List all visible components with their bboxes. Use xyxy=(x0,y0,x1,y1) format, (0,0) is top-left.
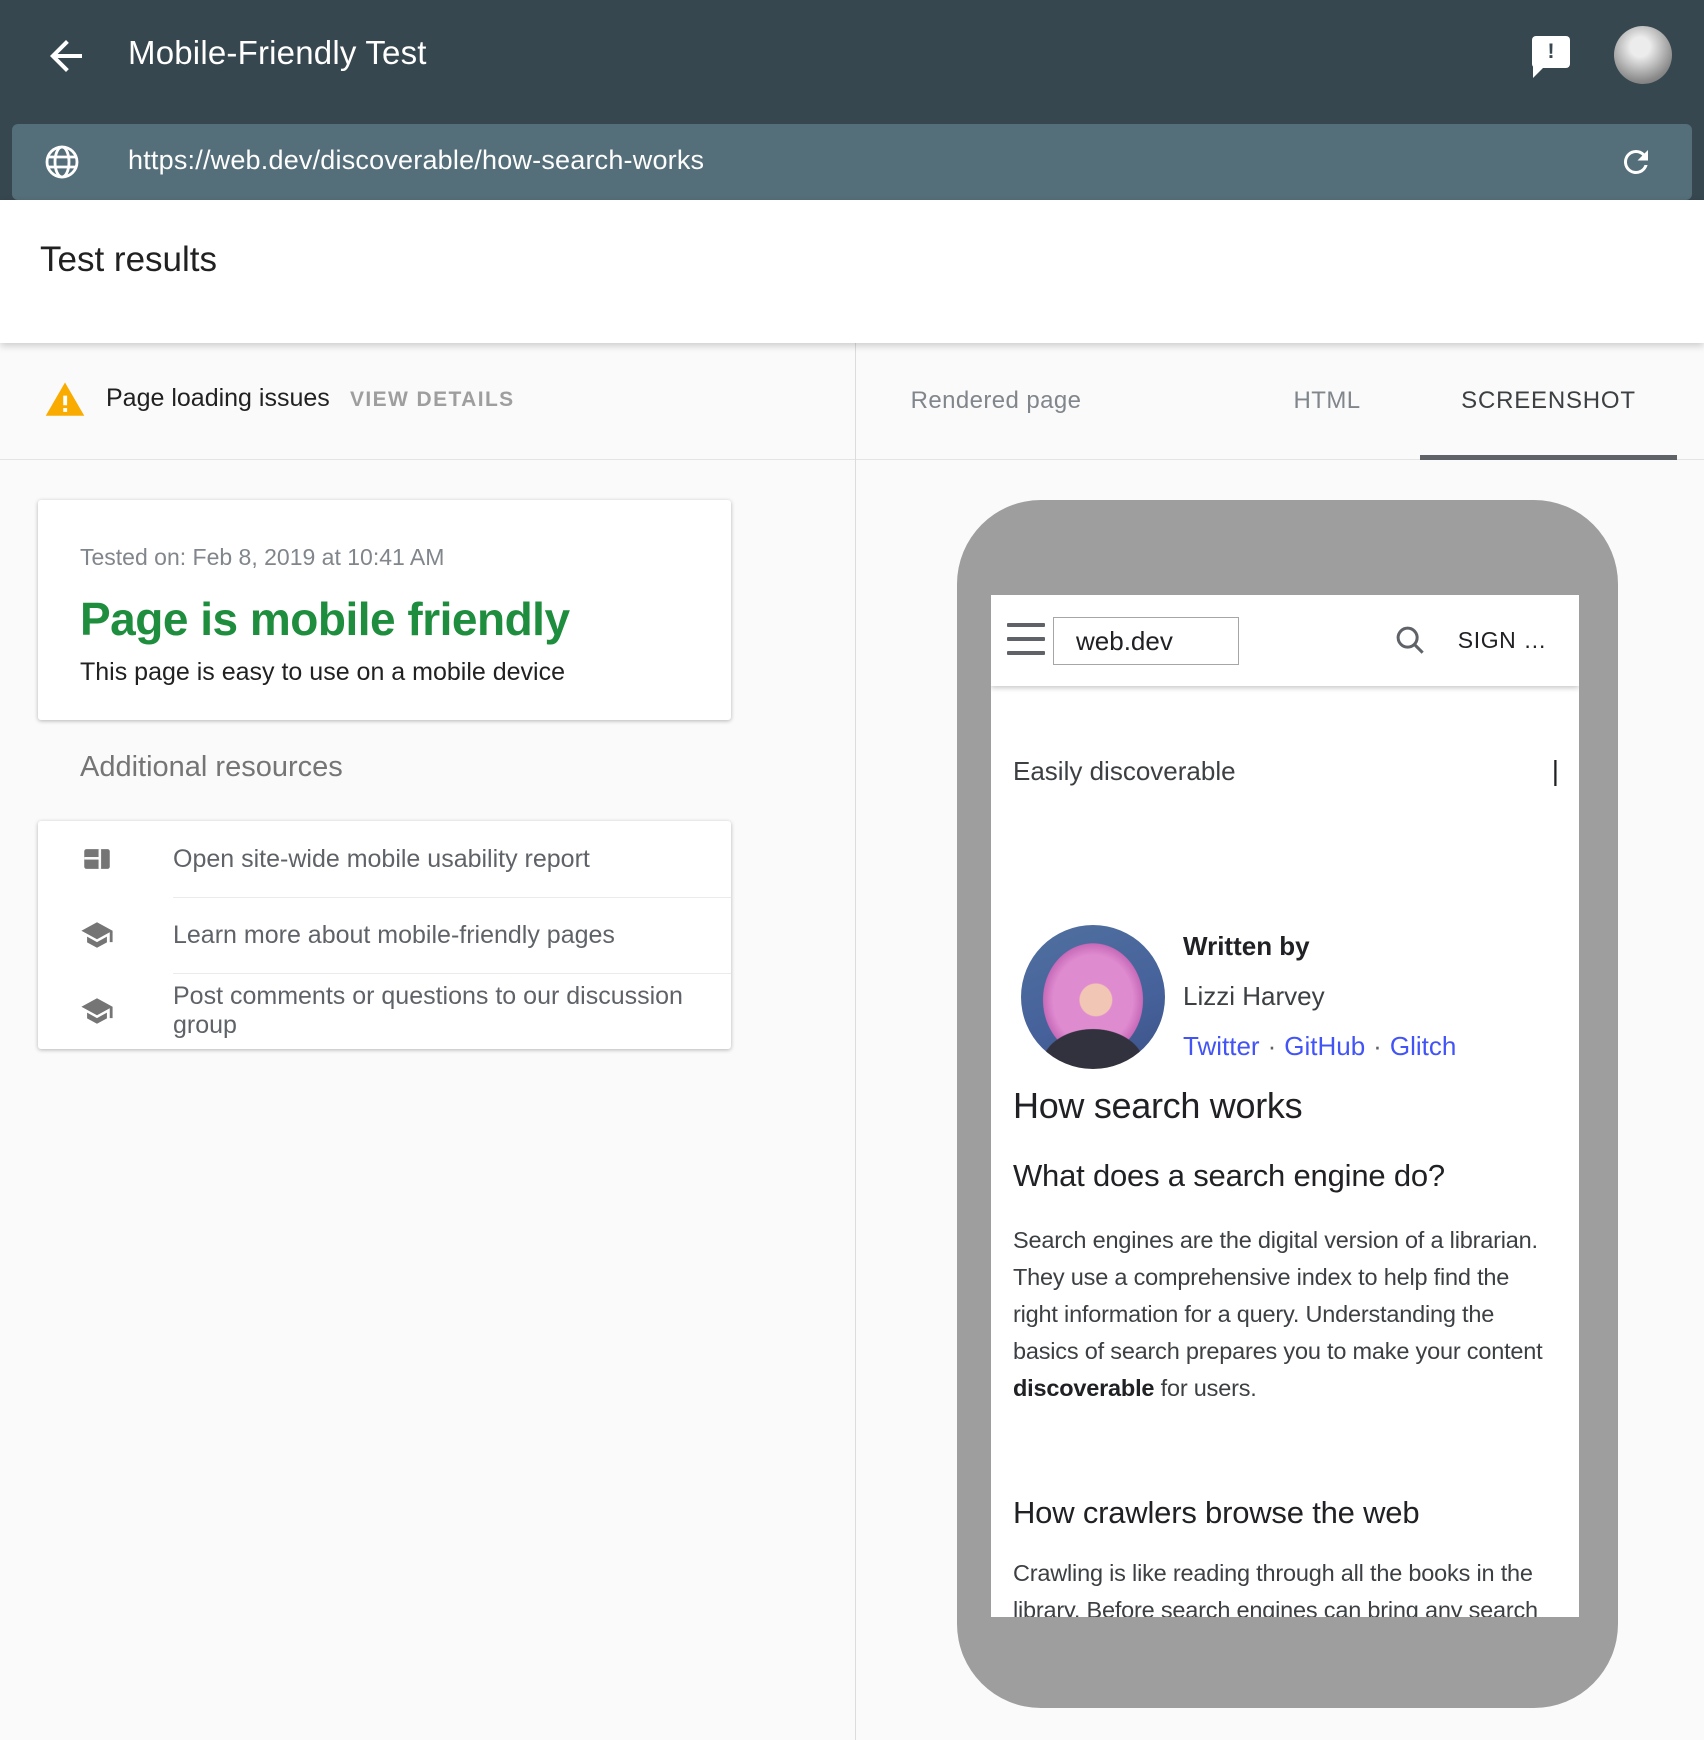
resource-label: Learn more about mobile-friendly pages xyxy=(173,921,615,950)
back-button[interactable] xyxy=(42,32,90,80)
resource-item-discussion-group[interactable]: Post comments or questions to our discus… xyxy=(38,973,731,1049)
preview-tabs: Rendered page HTML SCREENSHOT xyxy=(856,343,1704,460)
dot-separator: · xyxy=(1260,1031,1285,1061)
bold-word: discoverable xyxy=(1013,1375,1154,1401)
url-bar[interactable]: https://web.dev/discoverable/how-search-… xyxy=(12,124,1692,200)
left-panel: Page loading issues VIEW DETAILS Tested … xyxy=(0,343,856,1740)
author-avatar xyxy=(1021,925,1165,1069)
article-paragraph-1: Search engines are the digital version o… xyxy=(1013,1222,1553,1407)
resource-item-usability-report[interactable]: Open site-wide mobile usability report xyxy=(38,821,731,897)
app-header: Mobile-Friendly Test ! https://web.dev/d… xyxy=(0,0,1704,200)
author-block: Written by Lizzi Harvey Twitter·GitHub·G… xyxy=(1183,931,1456,1062)
paragraph-text: for users. xyxy=(1154,1375,1256,1401)
url-text: https://web.dev/discoverable/how-search-… xyxy=(128,145,704,176)
view-details-link[interactable]: VIEW DETAILS xyxy=(350,388,515,412)
tab-html[interactable]: HTML xyxy=(1227,343,1427,459)
paragraph-text: Search engines are the digital version o… xyxy=(1013,1227,1542,1364)
feedback-icon[interactable]: ! xyxy=(1532,36,1570,68)
dot-separator: · xyxy=(1365,1031,1390,1061)
refresh-icon[interactable] xyxy=(1618,144,1654,180)
tested-on-timestamp: Tested on: Feb 8, 2019 at 10:41 AM xyxy=(80,544,444,571)
right-panel: Rendered page HTML SCREENSHOT web.dev xyxy=(856,343,1704,1740)
written-by-label: Written by xyxy=(1183,931,1456,962)
tab-screenshot-label: SCREENSHOT xyxy=(1461,387,1636,415)
screenshot-search-value: web.dev xyxy=(1076,626,1173,657)
section-heading-2: How crawlers browse the web xyxy=(1013,1495,1419,1531)
phone-mockup: web.dev SIGN … Easily discoverable | xyxy=(957,500,1618,1708)
content-area: Page loading issues VIEW DETAILS Tested … xyxy=(0,343,1704,1740)
page-title: Test results xyxy=(40,240,217,280)
tab-rendered-page[interactable]: Rendered page xyxy=(876,343,1116,459)
author-name: Lizzi Harvey xyxy=(1183,981,1456,1012)
warning-label: Page loading issues xyxy=(106,384,330,413)
tab-screenshot[interactable]: SCREENSHOT xyxy=(1420,343,1677,459)
user-avatar[interactable] xyxy=(1614,26,1672,84)
text-cursor: | xyxy=(1552,755,1559,787)
active-tab-underline xyxy=(1420,455,1677,460)
resource-label: Post comments or questions to our discus… xyxy=(173,982,731,1040)
verdict-description: This page is easy to use on a mobile dev… xyxy=(80,658,565,687)
additional-resources-heading: Additional resources xyxy=(80,751,343,784)
search-icon xyxy=(1391,621,1429,659)
screenshot-search-box: web.dev xyxy=(1053,617,1239,665)
app-bar: Mobile-Friendly Test ! xyxy=(0,0,1704,112)
phone-screenshot: web.dev SIGN … Easily discoverable | xyxy=(991,595,1579,1617)
usability-report-icon xyxy=(80,842,114,876)
school-icon xyxy=(80,994,114,1028)
school-icon xyxy=(80,918,114,952)
results-strip: Test results xyxy=(0,200,1704,343)
verdict-text: Page is mobile friendly xyxy=(80,592,570,646)
breadcrumb: Easily discoverable xyxy=(1013,756,1236,787)
github-link: GitHub xyxy=(1284,1031,1365,1061)
section-heading-1: What does a search engine do? xyxy=(1013,1158,1445,1194)
app-title: Mobile-Friendly Test xyxy=(128,34,427,72)
warning-triangle-icon xyxy=(44,379,86,421)
arrow-left-icon xyxy=(42,32,90,80)
mobile-friendly-test-app: Mobile-Friendly Test ! https://web.dev/d… xyxy=(0,0,1704,1740)
resource-label: Open site-wide mobile usability report xyxy=(173,845,590,874)
resource-item-learn-more[interactable]: Learn more about mobile-friendly pages xyxy=(38,897,731,973)
twitter-link: Twitter xyxy=(1183,1031,1260,1061)
article-paragraph-2: Crawling is like reading through all the… xyxy=(1013,1555,1553,1617)
hamburger-icon xyxy=(1007,623,1045,655)
globe-icon xyxy=(42,142,82,182)
result-card: Tested on: Feb 8, 2019 at 10:41 AM Page … xyxy=(38,500,731,720)
author-links: Twitter·GitHub·Glitch xyxy=(1183,1031,1456,1062)
glitch-link: Glitch xyxy=(1390,1031,1456,1061)
article-title: How search works xyxy=(1013,1085,1302,1127)
screenshot-breadcrumb-row: Easily discoverable | xyxy=(1013,755,1559,787)
screenshot-site-header: web.dev SIGN … xyxy=(991,595,1579,686)
resources-card: Open site-wide mobile usability report L… xyxy=(38,821,731,1049)
screenshot-sign-in: SIGN … xyxy=(1458,627,1547,654)
page-loading-issues-row: Page loading issues VIEW DETAILS xyxy=(0,343,855,460)
